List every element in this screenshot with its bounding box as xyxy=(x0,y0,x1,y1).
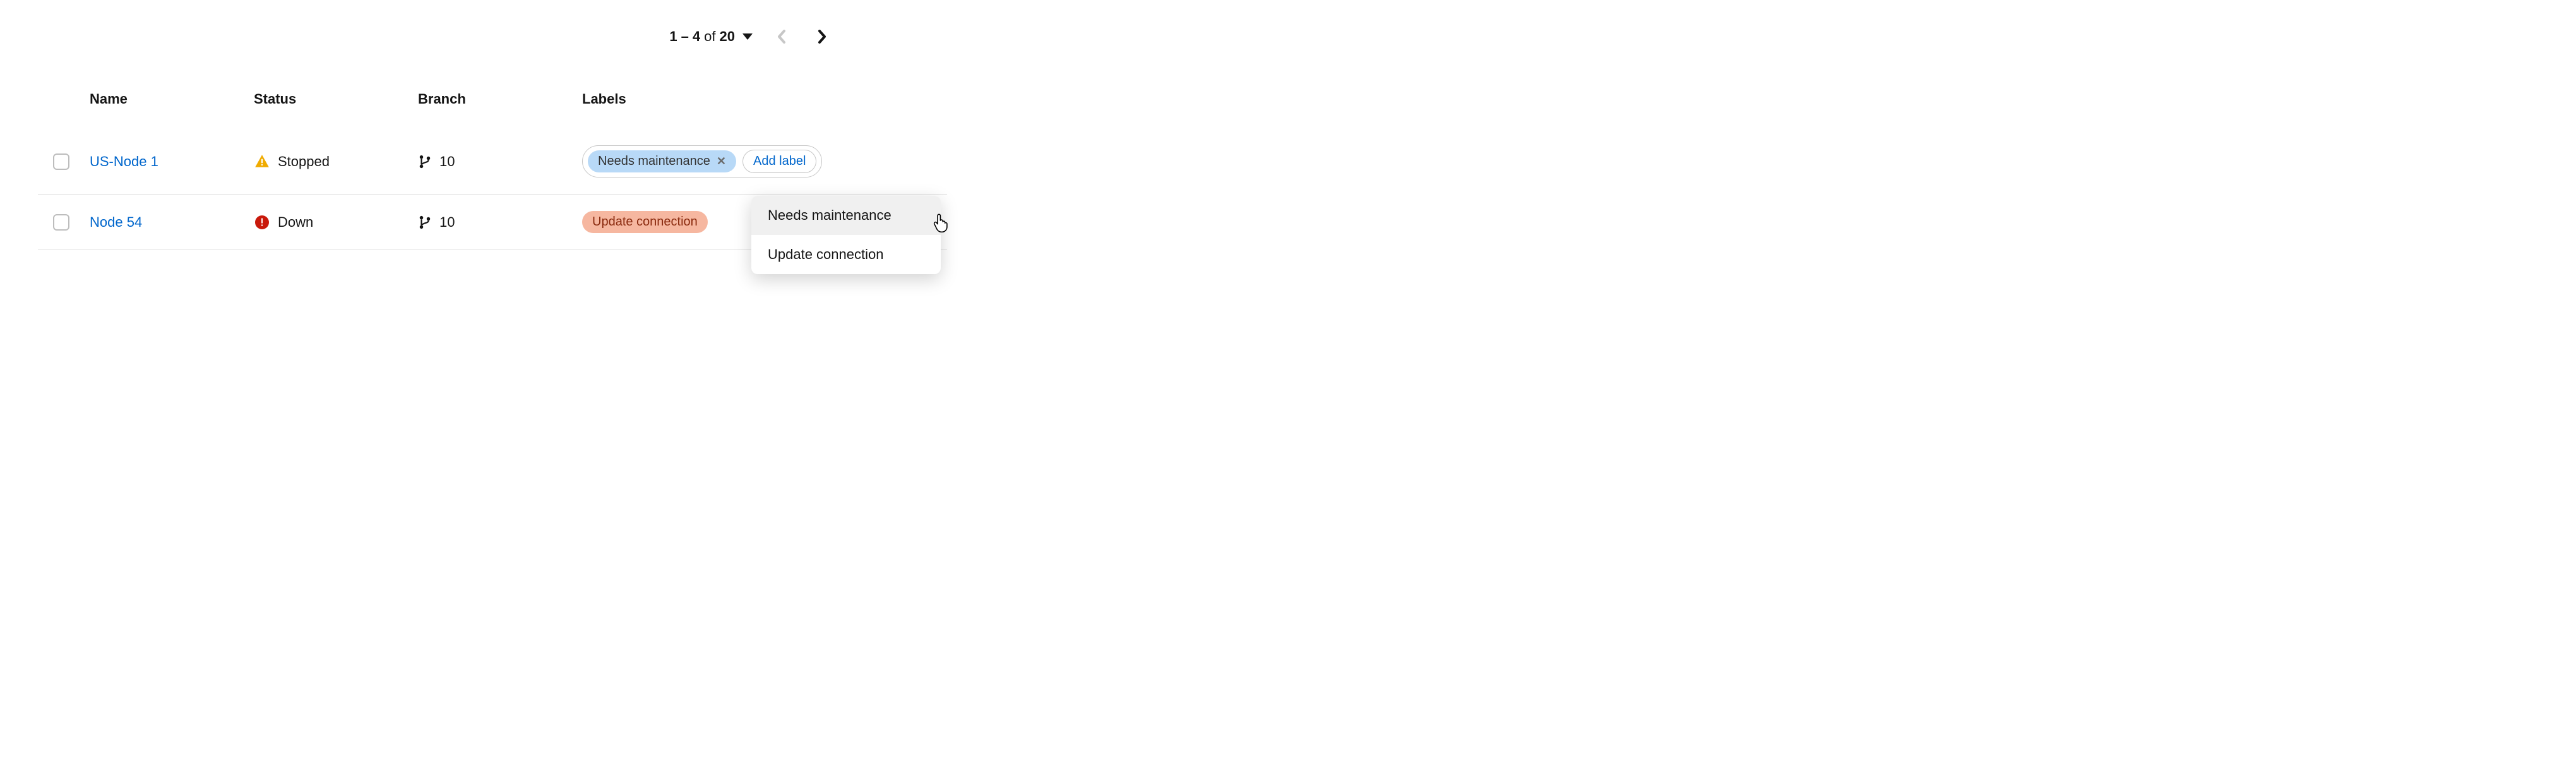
node-name-link[interactable]: US-Node 1 xyxy=(90,153,158,169)
row-checkbox[interactable] xyxy=(53,153,69,170)
remove-label-icon[interactable]: ✕ xyxy=(717,155,726,168)
chevron-left-icon xyxy=(777,30,786,44)
node-name-link[interactable]: Node 54 xyxy=(90,214,142,230)
git-branch-icon xyxy=(418,215,432,229)
branch-count: 10 xyxy=(439,153,455,170)
git-branch-icon xyxy=(418,155,432,169)
pagination-total: 20 xyxy=(720,28,735,45)
dropdown-item[interactable]: Update connection xyxy=(751,235,941,274)
label-dropdown[interactable]: Needs maintenanceUpdate connection xyxy=(751,196,941,274)
label-chip[interactable]: Needs maintenance ✕ xyxy=(588,150,736,172)
table-row: US-Node 1 Stopped 10 Needs maintenance ✕ Add … xyxy=(38,129,947,195)
column-header-status: Status xyxy=(246,80,410,129)
chevron-right-icon xyxy=(818,30,826,44)
column-header-name: Name xyxy=(82,80,246,129)
label-chip-text: Update connection xyxy=(592,215,698,229)
label-chip[interactable]: Update connection xyxy=(582,211,708,233)
cursor-hand-icon xyxy=(932,214,948,236)
pagination-range-dropdown[interactable]: 1 – 4 of 20 xyxy=(669,28,753,45)
pagination-bar: 1 – 4 of 20 xyxy=(38,25,947,48)
status-text: Down xyxy=(278,214,313,231)
label-chip-text: Needs maintenance xyxy=(598,154,710,169)
column-header-branch: Branch xyxy=(410,80,575,129)
error-circle-icon xyxy=(254,214,270,231)
status-text: Stopped xyxy=(278,153,330,170)
caret-down-icon xyxy=(742,33,753,40)
pagination-of-word: of xyxy=(704,28,715,45)
add-label-button[interactable]: Add label xyxy=(742,150,816,173)
branch-count: 10 xyxy=(439,214,455,231)
pagination-range-end: 4 xyxy=(693,28,700,45)
warning-triangle-icon xyxy=(254,153,270,170)
pagination-range-start: 1 xyxy=(669,28,677,45)
labels-editor[interactable]: Needs maintenance ✕ Add label xyxy=(582,145,822,177)
row-checkbox[interactable] xyxy=(53,214,69,231)
column-header-labels: Labels xyxy=(575,80,947,129)
pagination-prev-button[interactable] xyxy=(770,25,793,48)
dropdown-item[interactable]: Needs maintenance xyxy=(751,196,941,235)
pagination-next-button[interactable] xyxy=(811,25,833,48)
